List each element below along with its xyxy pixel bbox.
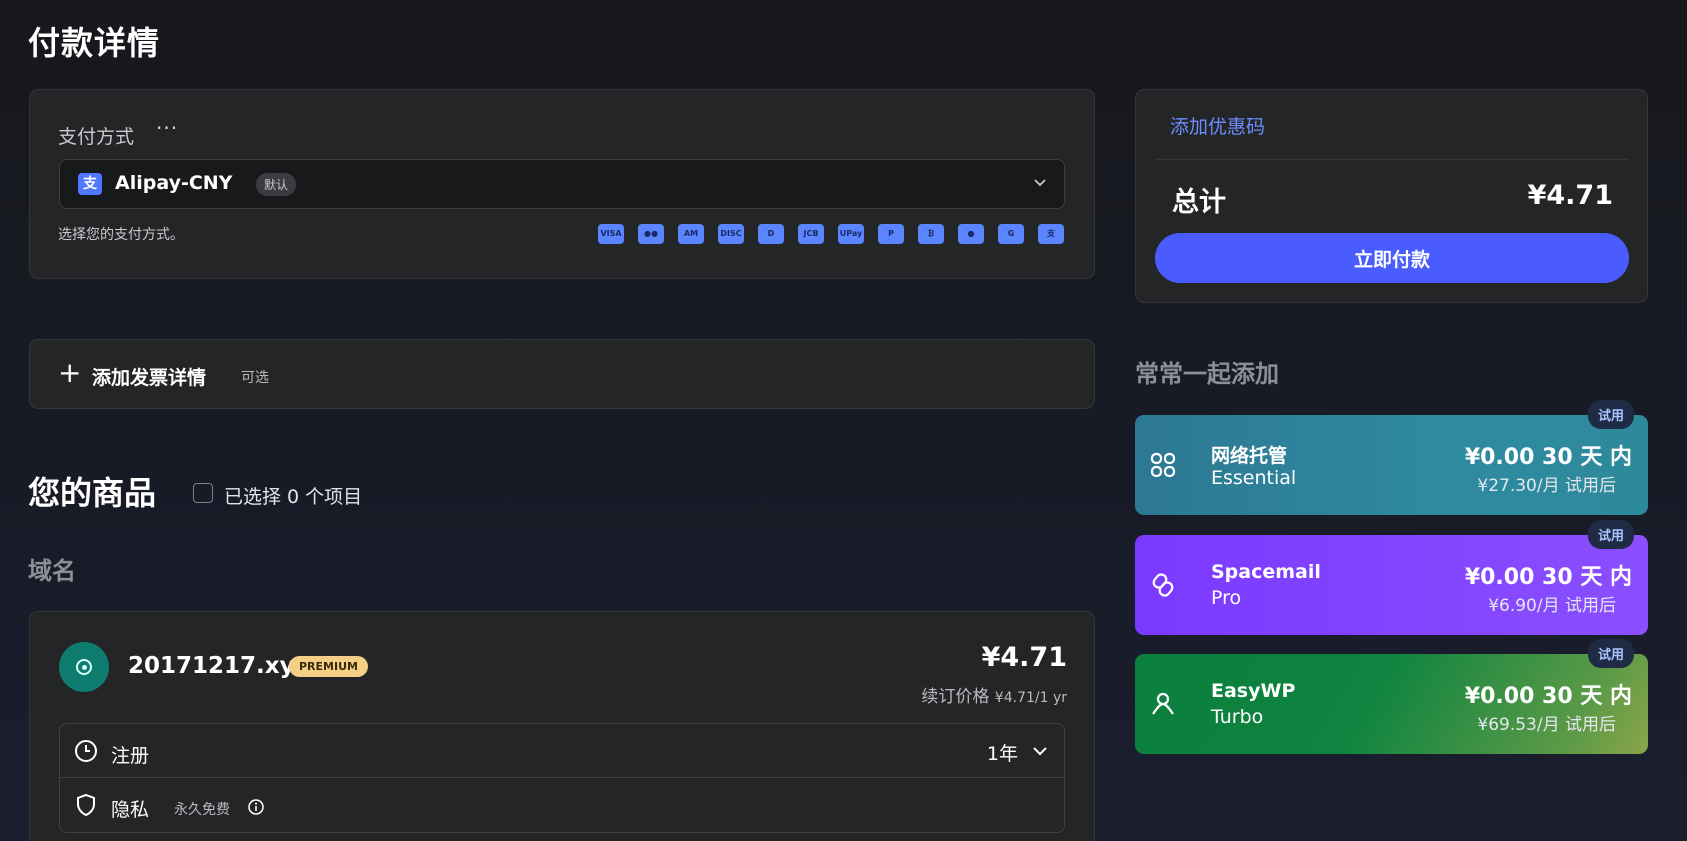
divider	[1155, 159, 1629, 160]
domain-icon	[59, 642, 109, 692]
jcb-icon: JCB	[798, 224, 824, 244]
privacy-free-label: 永久免费	[174, 802, 230, 818]
renewal-price: 续订价格 ¥4.71/1 yr	[921, 687, 1067, 707]
shield-icon	[77, 793, 95, 817]
domain-options: 注册 1年 隐私 永久免费	[59, 723, 1065, 833]
payment-method-label: 支付方式	[58, 126, 135, 148]
upsell-title: 常常一起添加	[1135, 360, 1279, 388]
add-coupon-link[interactable]: 添加优惠码	[1170, 112, 1265, 139]
spacemail-icon	[1152, 573, 1174, 597]
total-label: 总计	[1172, 187, 1226, 218]
diners-icon: D	[758, 224, 784, 244]
page-title: 付款详情	[28, 24, 161, 62]
plus-icon: +	[58, 356, 82, 389]
amex-icon: AM EX	[678, 224, 704, 244]
discover-icon: DISC	[718, 224, 744, 244]
invoice-optional-label: 可选	[241, 370, 269, 386]
domain-item-card: 20171217.xyz PREMIUM ¥4.71 续订价格 ¥4.71/1 …	[29, 611, 1095, 841]
addon-hosting[interactable]: 试用 网络托管 Essential ¥0.00 30 天 内 ¥27.30/月 …	[1135, 400, 1648, 515]
hosting-icon	[1150, 452, 1176, 478]
addon-price: ¥0.00 30 天 内	[1464, 445, 1632, 470]
payment-methods-icons: VISA ●● AM EX DISC D JCB UPay P ₿ ● G 支	[598, 224, 1064, 244]
chevron-down-icon	[1034, 179, 1046, 187]
addon-after-trial-price: ¥27.30/月 试用后	[1477, 476, 1616, 496]
visa-icon: VISA	[598, 224, 624, 244]
payment-method-card: 支付方式 ··· 支 Alipay-CNY 默认 选择您的支付方式。 VISA …	[29, 89, 1095, 279]
total-value: ¥4.71	[1527, 180, 1613, 211]
trial-badge: 试用	[1587, 520, 1634, 549]
mastercard-icon: ●●	[638, 224, 664, 244]
payment-method-select[interactable]: 支 Alipay-CNY 默认	[59, 159, 1065, 209]
registration-period-select[interactable]: 注册 1年	[60, 724, 1064, 778]
products-title: 您的商品	[28, 474, 157, 512]
addon-tier: Turbo	[1211, 706, 1264, 728]
addon-tier: Pro	[1211, 587, 1242, 609]
paypal-icon: P	[878, 224, 904, 244]
addon-name: 网络托管	[1211, 445, 1288, 467]
domain-name: 20171217.xyz	[128, 653, 308, 679]
apple-pay-icon: ●	[958, 224, 984, 244]
checkout-page: 付款详情 支付方式 ··· 支 Alipay-CNY 默认 选择您的支付方式。 …	[0, 0, 1687, 841]
select-all-checkbox[interactable]	[193, 483, 213, 503]
premium-badge: PREMIUM	[289, 656, 368, 677]
alipay-small-icon: 支	[1038, 224, 1064, 244]
selected-payment-method: Alipay-CNY	[115, 172, 233, 194]
invoice-title: 添加发票详情	[92, 367, 207, 389]
addon-price: ¥0.00 30 天 内	[1464, 565, 1632, 590]
alipay-icon: 支	[78, 173, 102, 195]
more-options-icon[interactable]: ···	[156, 116, 178, 140]
pay-now-button[interactable]: 立即付款	[1155, 233, 1629, 283]
addon-name: Spacemail	[1211, 561, 1321, 583]
domain-price: ¥4.71	[981, 642, 1067, 673]
trial-badge: 试用	[1587, 639, 1634, 668]
domain-section-title: 域名	[28, 557, 76, 585]
addon-tier: Essential	[1211, 467, 1297, 489]
privacy-row: 隐私 永久免费	[60, 778, 1064, 832]
payment-hint: 选择您的支付方式。	[58, 227, 184, 243]
registration-period-value: 1年	[986, 743, 1018, 765]
default-badge: 默认	[256, 173, 297, 196]
clock-icon	[75, 740, 97, 762]
trial-badge: 试用	[1587, 400, 1634, 429]
bitcoin-icon: ₿	[918, 224, 944, 244]
addon-name: EasyWP	[1211, 680, 1296, 702]
google-pay-icon: G	[998, 224, 1024, 244]
registration-label: 注册	[111, 745, 150, 767]
info-icon[interactable]	[248, 799, 264, 815]
easywp-icon	[1152, 692, 1174, 715]
privacy-label: 隐私	[111, 799, 150, 821]
add-invoice-details-button[interactable]: + 添加发票详情 可选	[29, 339, 1095, 409]
chevron-down-icon	[1033, 747, 1047, 756]
addon-spacemail[interactable]: 试用 Spacemail Pro ¥0.00 30 天 内 ¥6.90/月 试用…	[1135, 520, 1648, 635]
addon-price: ¥0.00 30 天 内	[1464, 684, 1632, 709]
addon-after-trial-price: ¥69.53/月 试用后	[1477, 715, 1616, 735]
addon-easywp[interactable]: 试用 EasyWP Turbo ¥0.00 30 天 内 ¥69.53/月 试用…	[1135, 639, 1648, 754]
order-summary-card: 添加优惠码 总计 ¥4.71 立即付款	[1135, 89, 1648, 303]
selected-count-label: 已选择 0 个项目	[224, 486, 363, 508]
unionpay-icon: UPay	[838, 224, 864, 244]
addon-after-trial-price: ¥6.90/月 试用后	[1488, 596, 1616, 616]
